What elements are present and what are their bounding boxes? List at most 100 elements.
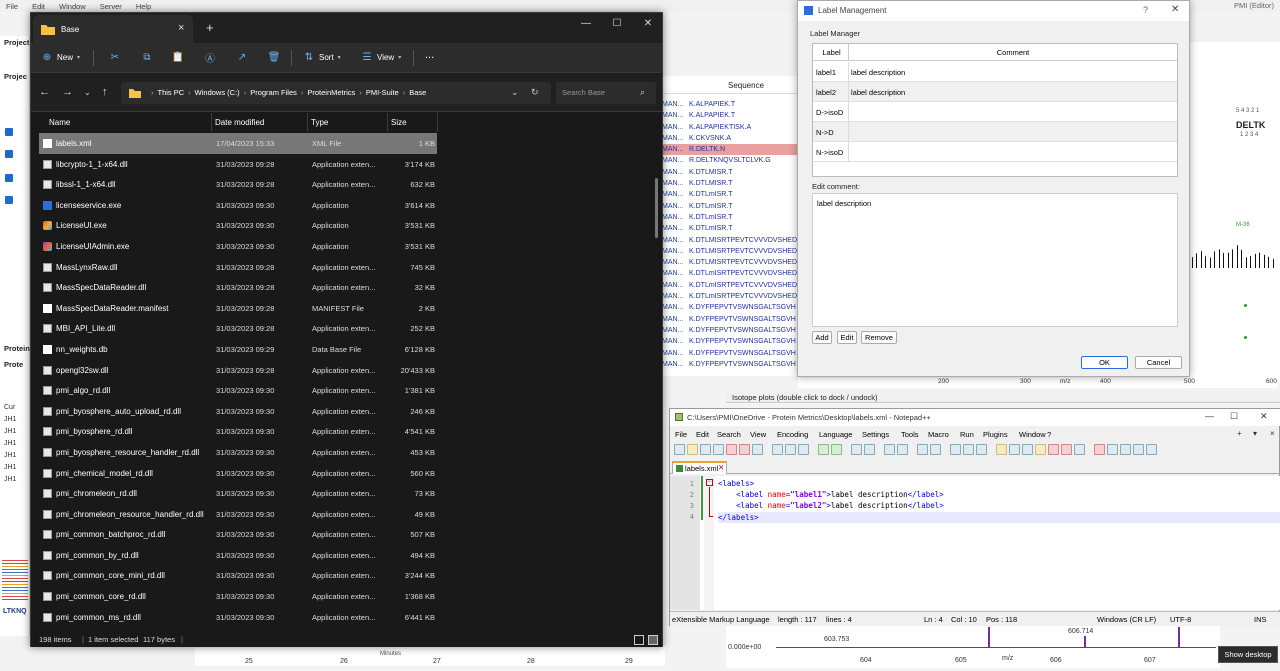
table-row[interactable]: MAN... R.DELTKNQVSLTCLVK.G	[662, 155, 798, 166]
table-row[interactable]: MAN... K.CKVSNK.A	[662, 133, 798, 144]
chevron-right-icon[interactable]: ›	[244, 88, 247, 97]
label-column-header[interactable]: Label	[815, 48, 848, 57]
up-icon[interactable]: ↑	[102, 86, 108, 98]
pmi-menu-help[interactable]: Help	[136, 2, 151, 11]
protein-list-item[interactable]: JH1	[4, 416, 16, 423]
cut-icon[interactable]: ✂	[109, 51, 121, 63]
spell-check-icon[interactable]	[1061, 444, 1072, 455]
notepad-menu-item[interactable]: Encoding	[777, 430, 808, 439]
column-divider[interactable]	[307, 113, 308, 132]
breadcrumb-item[interactable]: Base	[409, 88, 426, 97]
notepad-menu-item[interactable]: Language	[819, 430, 852, 439]
project-checkbox[interactable]	[5, 174, 13, 182]
type-column-header[interactable]: Type	[311, 118, 328, 127]
maximize-icon[interactable]: ☐	[610, 18, 624, 29]
table-row[interactable]: MAN... R.DELTK.N	[662, 144, 798, 156]
file-row[interactable]: opengl32sw.dll 31/03/2023 09:28 Applicatio…	[39, 360, 437, 381]
file-row[interactable]: pmi_algo_rd.dll 31/03/2023 09:30 Applicati…	[39, 380, 437, 401]
table-row[interactable]: MAN... K.DTLmISR.T	[662, 223, 798, 234]
breadcrumb-item[interactable]: This PC	[158, 88, 185, 97]
table-row[interactable]: MAN... K.DYFPEPVTVSWNSGALTSGVH	[662, 325, 798, 336]
protein-list-item[interactable]: JH1	[4, 464, 16, 471]
table-row[interactable]: MAN... K.DYFPEPVTVSWNSGALTSGVH	[662, 336, 798, 347]
close-icon[interactable]: ✕	[641, 18, 655, 29]
save-all-icon[interactable]	[713, 444, 724, 455]
scrollbar[interactable]	[655, 178, 658, 238]
edit-button[interactable]: Edit	[837, 331, 857, 344]
table-row[interactable]: MAN... K.DYFPEPVTVSWNSGALTSGVH	[662, 314, 798, 325]
file-row[interactable]: pmi_byosphere_resource_handler_rd.dll 31/…	[39, 442, 437, 463]
function-list-icon[interactable]	[1022, 444, 1033, 455]
label-row[interactable]: label1 label description	[813, 62, 1177, 82]
open-file-icon[interactable]	[687, 444, 698, 455]
column-divider[interactable]	[211, 113, 212, 132]
find-icon[interactable]	[851, 444, 862, 455]
cut-icon[interactable]	[772, 444, 783, 455]
minimize-icon[interactable]: —	[579, 18, 593, 29]
address-bar[interactable]: › This PC › Windows (C:) › Program Files › Prot…	[121, 82, 551, 104]
file-row[interactable]: LicenseUIAdmin.exe 31/03/2023 09:30 Applic…	[39, 236, 437, 257]
minimize-icon[interactable]: —	[1205, 411, 1214, 421]
notepad-menu-item[interactable]: View	[750, 430, 766, 439]
label-row[interactable]: D->isoD	[813, 102, 1177, 122]
file-row[interactable]: licenseservice.exe 31/03/2023 09:30 Applic…	[39, 195, 437, 216]
table-row[interactable]: MAN... K.DTLmISRTPEVTCVVVDVSHED	[662, 280, 798, 291]
pmi-menu-edit[interactable]: Edit	[32, 2, 45, 11]
view-button[interactable]: ☰ View ▾	[361, 51, 402, 63]
breadcrumb-item[interactable]: PMI-Suite	[366, 88, 399, 97]
tiles-view-icon[interactable]	[648, 635, 658, 645]
file-row[interactable]: libssl-1_1-x64.dll 31/03/2023 09:28 Applic…	[39, 174, 437, 195]
edit-comment-textarea[interactable]: label description	[812, 193, 1178, 327]
paste-icon[interactable]: 📋	[172, 51, 184, 63]
more-options-icon[interactable]: ...	[425, 49, 434, 61]
comment-column-header[interactable]: Comment	[849, 48, 1177, 57]
table-row[interactable]: MAN... K.DYFPEPVTVSWNSGALTSGVH	[662, 348, 798, 359]
replace-icon[interactable]	[864, 444, 875, 455]
run-macro-multiple-icon[interactable]	[1133, 444, 1144, 455]
table-row[interactable]: MAN... K.DTLmISR.T	[662, 201, 798, 212]
maximize-icon[interactable]: ☐	[1230, 411, 1238, 422]
play-macro-icon[interactable]	[1120, 444, 1131, 455]
breadcrumb-item[interactable]: Program Files	[250, 88, 297, 97]
close-tab-icon[interactable]: ✕	[718, 463, 724, 472]
folder-workspace-icon[interactable]	[1035, 444, 1046, 455]
protein-list-item[interactable]: JH1	[4, 428, 16, 435]
udl-icon[interactable]	[996, 444, 1007, 455]
file-row[interactable]: pmi_byosphere_rd.dll 31/03/2023 09:30 Appl…	[39, 421, 437, 442]
pmi-menu-window[interactable]: Window	[59, 2, 86, 11]
details-view-icon[interactable]	[634, 635, 644, 645]
file-row[interactable]: pmi_common_core_rd.dll 31/03/2023 09:30 Ap…	[39, 586, 437, 607]
chevron-right-icon[interactable]: ›	[359, 88, 362, 97]
copy-icon[interactable]: ⧉	[141, 51, 153, 63]
monitoring-icon[interactable]	[1048, 444, 1059, 455]
forward-icon[interactable]: →	[62, 86, 73, 98]
show-all-chars-icon[interactable]	[963, 444, 974, 455]
file-row[interactable]: pmi_byosphere_auto_upload_rd.dll 31/03/20…	[39, 401, 437, 422]
table-row[interactable]: MAN... K.DTLmISR.T	[662, 189, 798, 200]
chevron-right-icon[interactable]: ›	[301, 88, 304, 97]
pmi-menu-server[interactable]: Server	[100, 2, 122, 11]
new-button[interactable]: ⊕ New ▾	[41, 51, 80, 63]
table-row[interactable]: MAN... K.ALPAPIEK.T	[662, 99, 798, 110]
print-icon[interactable]	[752, 444, 763, 455]
close-icon[interactable]: ✕	[1260, 411, 1268, 422]
project-checkbox[interactable]	[5, 150, 13, 158]
ok-button[interactable]: OK	[1081, 356, 1128, 369]
file-row[interactable]: MassLynxRaw.dll 31/03/2023 09:28 Applicati…	[39, 257, 437, 278]
file-row[interactable]: pmi_chemical_model_rd.dll 31/03/2023 09:3…	[39, 463, 437, 484]
breadcrumb-item[interactable]: Windows (C:)	[195, 88, 240, 97]
record-macro-icon[interactable]	[1094, 444, 1105, 455]
table-row[interactable]: MAN... K.DTLMISRTPEVTCVVVDVSHED	[662, 246, 798, 257]
table-row[interactable]: MAN... K.DTLmISR.T	[662, 212, 798, 223]
size-column-header[interactable]: Size	[391, 118, 407, 127]
new-file-icon[interactable]	[674, 444, 685, 455]
tab-list-icon[interactable]: ▾	[1253, 429, 1257, 438]
notepad-tab[interactable]: labels.xml ✕	[672, 461, 727, 474]
indent-guide-icon[interactable]	[976, 444, 987, 455]
close-file-icon[interactable]	[726, 444, 737, 455]
table-row[interactable]: MAN... K.DTLmISRTPEVTCVVVDVSHED	[662, 291, 798, 302]
save-macro-icon[interactable]	[1146, 444, 1157, 455]
chevron-down-icon[interactable]: ⌄	[84, 88, 91, 97]
notepad-menu-item[interactable]: Tools	[901, 430, 919, 439]
close-document-icon[interactable]: ×	[1270, 429, 1275, 438]
